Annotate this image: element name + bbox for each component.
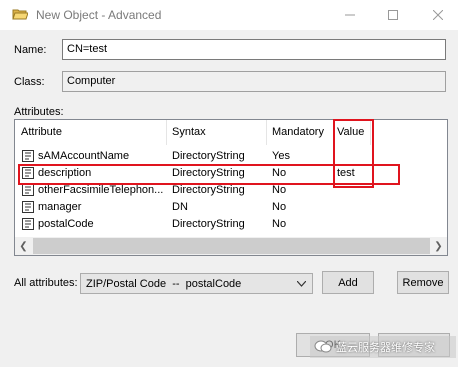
attribute-name: manager [38,201,82,213]
attribute-mandatory: Yes [272,150,290,162]
maximize-button[interactable] [379,4,407,26]
attribute-mandatory: No [272,218,287,230]
description-row-highlight [18,164,400,185]
class-label: Class: [14,76,45,88]
chevron-down-icon [297,281,306,287]
minimize-icon [345,14,355,16]
watermark-text: 蓝云服务器维修专家 [336,342,435,354]
add-button[interactable]: Add [322,271,374,294]
close-icon [433,10,443,20]
name-label: Name: [14,44,47,56]
attributes-label: Attributes: [14,106,64,118]
column-header-mandatory[interactable]: Mandatory [272,126,324,138]
minimize-button[interactable] [336,4,364,26]
table-row[interactable]: sAMAccountName DirectoryString Yes [15,148,447,165]
folder-open-icon [12,9,28,20]
attribute-mandatory: No [272,201,287,213]
attribute-icon [22,150,34,162]
remove-button[interactable]: Remove [397,271,449,294]
attribute-icon [22,218,34,230]
name-input[interactable]: CN=test [62,39,446,60]
maximize-icon [388,10,398,20]
column-divider[interactable] [166,120,167,145]
title-bar: New Object - Advanced [0,0,458,30]
attribute-syntax: DirectoryString [172,184,245,196]
scroll-right-button[interactable]: ❯ [430,237,447,255]
column-header-attribute[interactable]: Attribute [21,126,62,138]
attribute-icon [22,184,34,196]
table-row[interactable]: manager DN No [15,199,447,216]
horizontal-scrollbar[interactable]: ❮ ❯ [15,237,447,255]
chevron-left-icon: ❮ [19,240,28,252]
list-header: Attribute Syntax Mandatory Value [15,120,447,145]
attribute-name: otherFacsimileTelephon... [38,184,163,196]
attribute-name: sAMAccountName [38,150,130,162]
attribute-icon [22,201,34,213]
all-attributes-select[interactable]: ZIP/Postal Code -- postalCode [80,273,313,294]
class-field: Computer [62,71,446,92]
attribute-syntax: DirectoryString [172,150,245,162]
attribute-mandatory: No [272,184,287,196]
window-title: New Object - Advanced [36,8,162,22]
all-attributes-value: ZIP/Postal Code -- postalCode [86,278,242,290]
watermark: 蓝云服务器维修专家 [310,336,456,358]
attribute-name: postalCode [38,218,94,230]
all-attributes-label: All attributes: [14,277,78,289]
attribute-syntax: DirectoryString [172,218,245,230]
column-divider[interactable] [266,120,267,145]
attribute-syntax: DN [172,201,188,213]
scroll-left-button[interactable]: ❮ [15,237,32,255]
table-row[interactable]: postalCode DirectoryString No [15,216,447,233]
chat-bubble-icon [314,340,332,353]
attributes-list[interactable]: Attribute Syntax Mandatory Value sAMAcco… [14,119,448,256]
close-button[interactable] [424,4,452,26]
scrollbar-thumb[interactable] [33,238,430,254]
chevron-right-icon: ❯ [434,240,443,252]
column-header-syntax[interactable]: Syntax [172,126,206,138]
